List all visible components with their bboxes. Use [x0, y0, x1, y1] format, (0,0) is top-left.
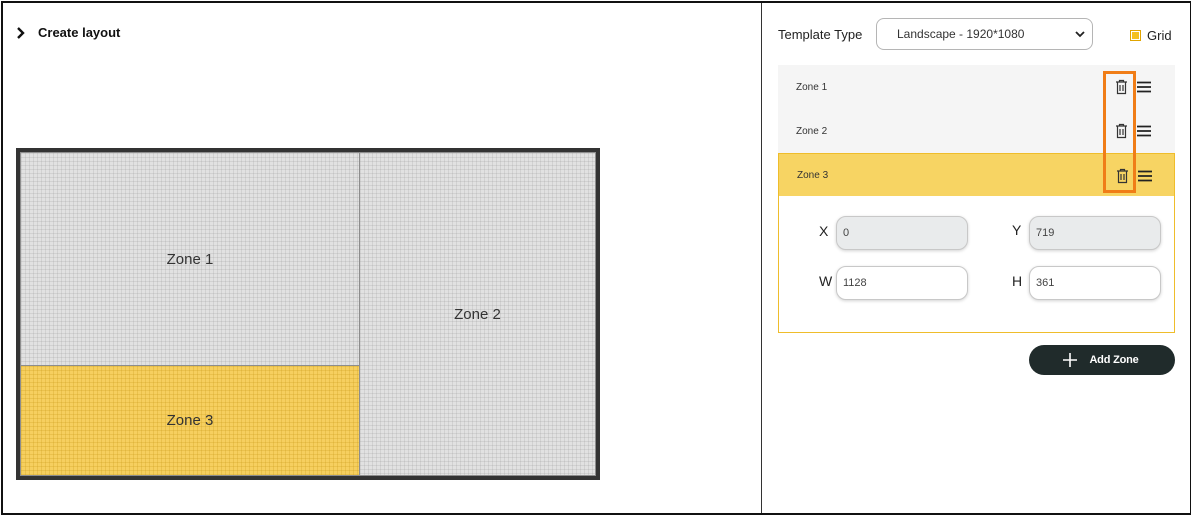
canvas-zone-2[interactable]: Zone 2 [359, 152, 596, 476]
grid-toggle[interactable]: Grid [1130, 28, 1172, 43]
zone-list-label: Zone 1 [796, 81, 828, 93]
drag-handle-icon[interactable] [1138, 170, 1152, 182]
x-input[interactable] [836, 216, 968, 250]
create-layout-header[interactable]: Create layout [14, 25, 120, 40]
add-zone-button[interactable]: Add Zone [1029, 345, 1175, 375]
trash-icon[interactable] [1115, 123, 1128, 139]
y-label: Y [1012, 222, 1022, 238]
zone-label: Zone 3 [166, 412, 214, 429]
zone-label: Zone 2 [454, 305, 501, 323]
plus-icon [1063, 353, 1078, 367]
template-type-label: Template Type [778, 27, 863, 42]
h-input[interactable] [1029, 266, 1161, 300]
template-type-select[interactable]: Landscape - 1920*1080 [876, 18, 1093, 50]
zone-list-label: Zone 2 [796, 125, 828, 137]
trash-icon[interactable] [1116, 168, 1129, 184]
y-input[interactable] [1029, 216, 1161, 250]
grid-label: Grid [1147, 28, 1172, 43]
w-label: W [819, 273, 833, 289]
zone-list-item-1[interactable]: Zone 1 [778, 65, 1175, 109]
template-type-value: Landscape - 1920*1080 [897, 27, 1025, 41]
panel-divider [761, 3, 762, 513]
chevron-down-icon [1074, 28, 1086, 40]
canvas-zone-1[interactable]: Zone 1 [20, 152, 360, 366]
zone-label: Zone 1 [166, 250, 214, 268]
checkbox-icon[interactable] [1130, 30, 1141, 41]
canvas-zone-3[interactable]: Zone 3 [20, 365, 360, 476]
zone-list-item-3[interactable]: Zone 3 [778, 153, 1175, 197]
zone-list-label: Zone 3 [797, 169, 829, 181]
add-zone-label: Add Zone [1089, 354, 1139, 366]
page-title: Create layout [38, 25, 121, 40]
trash-icon[interactable] [1115, 79, 1128, 95]
zone-properties-panel: X Y W H [778, 196, 1175, 333]
zone-list-item-2[interactable]: Zone 2 [778, 109, 1175, 153]
drag-handle-icon[interactable] [1137, 125, 1151, 137]
chevron-right-icon[interactable] [14, 26, 28, 40]
h-label: H [1012, 273, 1023, 289]
layout-canvas: Zone 1 Zone 2 Zone 3 [16, 148, 600, 480]
drag-handle-icon[interactable] [1137, 81, 1151, 93]
w-input[interactable] [836, 266, 968, 300]
x-label: X [819, 223, 829, 239]
